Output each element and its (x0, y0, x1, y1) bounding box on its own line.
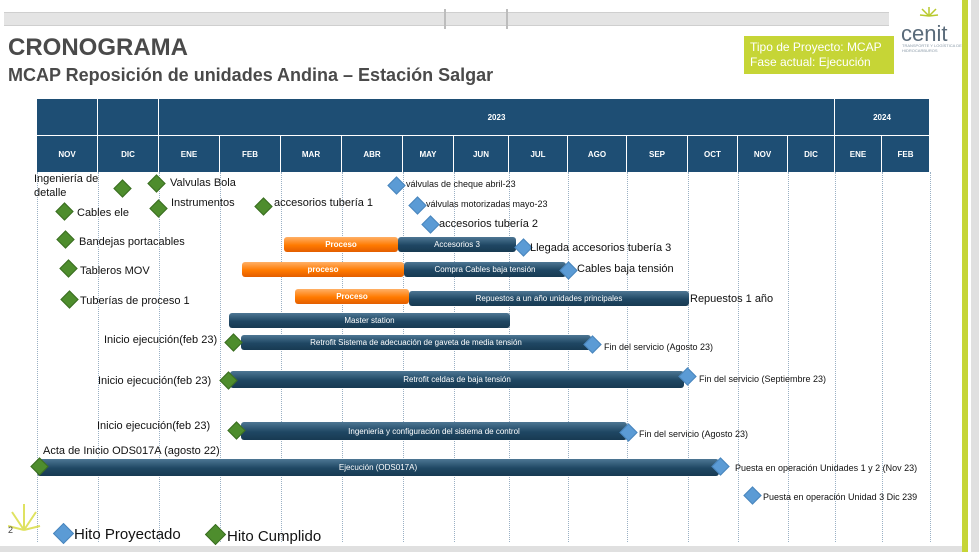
milestone-label: Instrumentos (171, 197, 235, 209)
milestone-label: Fin del servicio (Septiembre 23) (699, 374, 827, 384)
milestone-label: válvulas motorizadas mayo-23 (426, 199, 548, 209)
milestone-label: Puesta en operación Unidades 1 y 2 (Nov … (735, 463, 918, 473)
milestone-projected-marker (421, 215, 440, 234)
month-ene-2024: ENE (835, 136, 882, 172)
milestone-label: Puesta en operación Unidad 3 Dic 239 (763, 492, 918, 502)
right-accent-bar (962, 0, 979, 552)
milestone-completed-marker (224, 333, 243, 352)
page-title: CRONOGRAMA (8, 34, 188, 61)
project-type: Tipo de Proyecto: MCAP (750, 40, 882, 54)
gridline (220, 172, 221, 542)
legend-completed-label: Hito Cumplido (227, 528, 322, 545)
milestone-label: Llegada accesorios tubería 3 (530, 242, 672, 254)
gridline (281, 172, 282, 542)
milestone-label: accesorios tubería 2 (439, 218, 539, 230)
milestone-label: Bandejas portacables (79, 236, 185, 248)
legend-projected-label: Hito Proyectado (74, 526, 181, 543)
gantt-bar: Proceso (295, 289, 409, 304)
milestone-label: Cables ele (77, 207, 129, 219)
gridline (835, 172, 836, 542)
month-feb-2023: FEB (220, 136, 281, 172)
milestone-completed-marker (113, 179, 132, 198)
month-dic-2023: DIC (788, 136, 835, 172)
legend-completed-icon (204, 523, 227, 546)
milestone-completed-marker (59, 259, 78, 278)
month-ago-2023: AGO (568, 136, 627, 172)
month-sep-2023: SEP (627, 136, 688, 172)
month-nov-2022: NOV (37, 136, 98, 172)
milestone-completed-marker (147, 174, 166, 193)
milestone-label: accesorios tubería 1 (274, 197, 374, 209)
month-feb-2024: FEB (882, 136, 930, 172)
milestone-label: Tuberías de proceso 1 (80, 295, 190, 307)
milestone-label: Tableros MOV (80, 265, 150, 277)
milestone-completed-marker (149, 199, 168, 218)
year-2023: 2023 (159, 99, 835, 135)
milestone-completed-marker (60, 290, 79, 309)
gridline (930, 172, 931, 542)
month-abr-2023: ABR (342, 136, 403, 172)
gantt-bar: Proceso (284, 237, 398, 252)
gantt-bar: Ingeniería y configuración del sistema d… (241, 422, 627, 440)
project-phase: Fase actual: Ejecución (750, 55, 871, 69)
bottom-bar (0, 546, 962, 552)
milestone-projected-marker (743, 486, 762, 505)
gridline (738, 172, 739, 542)
gantt-bar: Compra Cables baja tensión (404, 262, 566, 277)
gridline (788, 172, 789, 542)
gridline (159, 172, 160, 542)
gantt-bar: proceso (242, 262, 404, 277)
milestone-label: válvulas de cheque abril-23 (406, 179, 516, 189)
milestone-label: Inicio ejecución(feb 23) (98, 375, 212, 387)
page-subtitle: MCAP Reposición de unidades Andina – Est… (8, 65, 494, 85)
milestone-label: Cables baja tensión (577, 263, 674, 275)
year-cell-blank (37, 99, 98, 135)
milestone-label: Valvulas Bola (170, 177, 236, 189)
gantt-bar: Ejecución (ODS017A) (37, 459, 719, 476)
milestone-label: Fin del servicio (Agosto 23) (639, 429, 749, 439)
milestone-label: Fin del servicio (Agosto 23) (604, 342, 714, 352)
milestone-completed-marker (254, 197, 273, 216)
sun-rays-icon (7, 500, 42, 545)
gridline (403, 172, 404, 542)
legend-projected-icon (52, 522, 75, 545)
cenit-logo-tagline: TRANSPORTE Y LOGÍSTICA DE HIDROCARBUROS (902, 43, 962, 53)
gridline (568, 172, 569, 542)
gridline (37, 172, 38, 542)
milestone-projected-marker (408, 196, 427, 215)
gantt-bar: Accesorios 3 (398, 237, 516, 252)
milestone-label: Inicio ejecución(feb 23) (104, 334, 218, 346)
project-info-box: Tipo de Proyecto: MCAP Fase actual: Ejec… (744, 36, 894, 74)
top-bar-notch (444, 9, 508, 29)
gridline (627, 172, 628, 542)
gantt-bar: Repuestos a un año unidades principales (409, 291, 689, 306)
month-nov-2023: NOV (738, 136, 788, 172)
milestone-label: Repuestos 1 año (690, 293, 774, 305)
year-2024: 2024 (835, 99, 930, 135)
milestone-label: Inicio ejecución(feb 23) (97, 420, 211, 432)
milestone-label: Acta de Inicio ODS017A (agosto 22) (43, 445, 220, 457)
gridline (688, 172, 689, 542)
gantt-bar: Retrofit Sistema de adecuación de gaveta… (241, 335, 591, 350)
month-oct-2023: OCT (688, 136, 738, 172)
month-jul-2023: JUL (509, 136, 568, 172)
month-dic-2022: DIC (98, 136, 159, 172)
gridline (98, 172, 99, 542)
milestone-label: Ingeniería de detalle (34, 173, 99, 199)
month-may-2023: MAY (403, 136, 454, 172)
top-decorative-bar (4, 9, 889, 29)
milestone-completed-marker (55, 202, 74, 221)
month-ene-2023: ENE (159, 136, 220, 172)
slide-number: 2 (8, 525, 14, 535)
milestone-completed-marker (56, 230, 75, 249)
gridline (342, 172, 343, 542)
gantt-bar: Master station (229, 313, 510, 328)
month-mar-2023: MAR (281, 136, 342, 172)
gantt-bar: Retrofit celdas de baja tensión (230, 371, 684, 388)
gridline (882, 172, 883, 542)
year-cell-blank (98, 99, 159, 135)
month-jun-2023: JUN (454, 136, 509, 172)
